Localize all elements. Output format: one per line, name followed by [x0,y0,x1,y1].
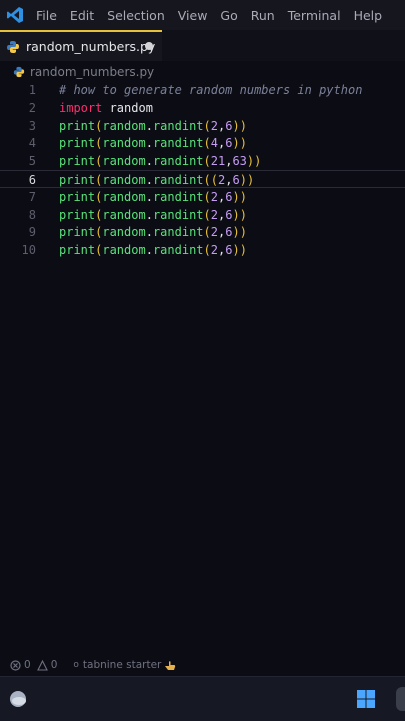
tab-label: random_numbers.py [26,39,156,54]
code-line[interactable]: 1 # how to generate random numbers in pyt… [0,81,405,99]
code-line[interactable]: 7 print(random.randint(2,6)) [0,188,405,206]
line-number: 2 [28,100,36,115]
code-text[interactable]: print(random.randint(2,6)) [59,223,247,241]
code-text[interactable]: import random [59,99,153,117]
breadcrumb: random_numbers.py [0,62,405,82]
code-text[interactable]: print(random.randint(2,6)) [59,241,247,259]
windows-taskbar [0,676,405,721]
line-number: 3 [28,118,36,133]
code-line[interactable]: 6 print(random.randint((2,6)) [0,170,405,188]
code-line[interactable]: 9 print(random.randint(2,6)) [0,223,405,241]
menu-terminal[interactable]: Terminal [288,8,341,23]
windows-start-icon[interactable] [356,689,376,709]
line-number: 4 [28,136,36,151]
code-text[interactable]: print(random.randint(4,6)) [59,134,247,152]
tabnine-circle-icon: o [73,660,79,670]
taskbar-app-icon[interactable] [396,687,405,711]
line-number: 6 [28,173,36,187]
code-text[interactable]: print(random.randint(21,63)) [59,152,261,170]
code-line[interactable]: 3 print(random.randint(2,6)) [0,117,405,135]
error-count[interactable]: 0 [24,659,31,671]
warning-count[interactable]: 0 [51,659,58,671]
unsaved-dot-icon[interactable] [145,42,153,50]
line-number: 10 [21,243,36,258]
weather-icon[interactable] [8,689,28,709]
menu-file[interactable]: File [36,8,57,23]
menu-bar: File Edit Selection View Go Run Terminal… [0,0,405,30]
code-line[interactable]: 4 print(random.randint(4,6)) [0,134,405,152]
vscode-logo-icon[interactable] [2,0,28,30]
code-text[interactable]: # how to generate random numbers in pyth… [59,81,362,99]
code-text[interactable]: print(random.randint(2,6)) [59,206,247,224]
code-line[interactable]: 10 print(random.randint(2,6)) [0,241,405,259]
menu-go[interactable]: Go [220,8,237,23]
python-file-icon [13,66,25,78]
line-number: 1 [28,83,36,97]
code-line[interactable]: 8 print(random.randint(2,6)) [0,206,405,224]
error-icon[interactable] [10,659,21,671]
line-number: 7 [28,189,36,204]
menu-selection[interactable]: Selection [107,8,165,23]
menu-edit[interactable]: Edit [70,8,94,23]
line-number: 8 [28,207,36,222]
tabnine-status[interactable]: tabnine starter [83,659,161,671]
status-bar: 0 0 o tabnine starter [0,655,405,675]
menu-help[interactable]: Help [354,8,383,23]
breadcrumb-file[interactable]: random_numbers.py [30,65,154,79]
hand-pointer-icon [165,660,176,670]
code-text[interactable]: print(random.randint(2,6)) [59,117,247,135]
line-number: 5 [28,154,36,169]
code-text[interactable]: print(random.randint(2,6)) [59,188,247,206]
menu-view[interactable]: View [178,8,208,23]
warning-icon[interactable] [36,659,48,671]
tab-bar: random_numbers.py [0,30,405,61]
python-file-icon [7,40,19,53]
code-editor[interactable]: 1 # how to generate random numbers in pyt… [0,81,405,651]
code-line[interactable]: 2 import random [0,99,405,117]
code-text[interactable]: print(random.randint((2,6)) [59,171,254,189]
menu-run[interactable]: Run [251,8,275,23]
tab-random-numbers[interactable]: random_numbers.py [0,30,162,61]
line-number: 9 [28,225,36,240]
code-line[interactable]: 5 print(random.randint(21,63)) [0,152,405,170]
